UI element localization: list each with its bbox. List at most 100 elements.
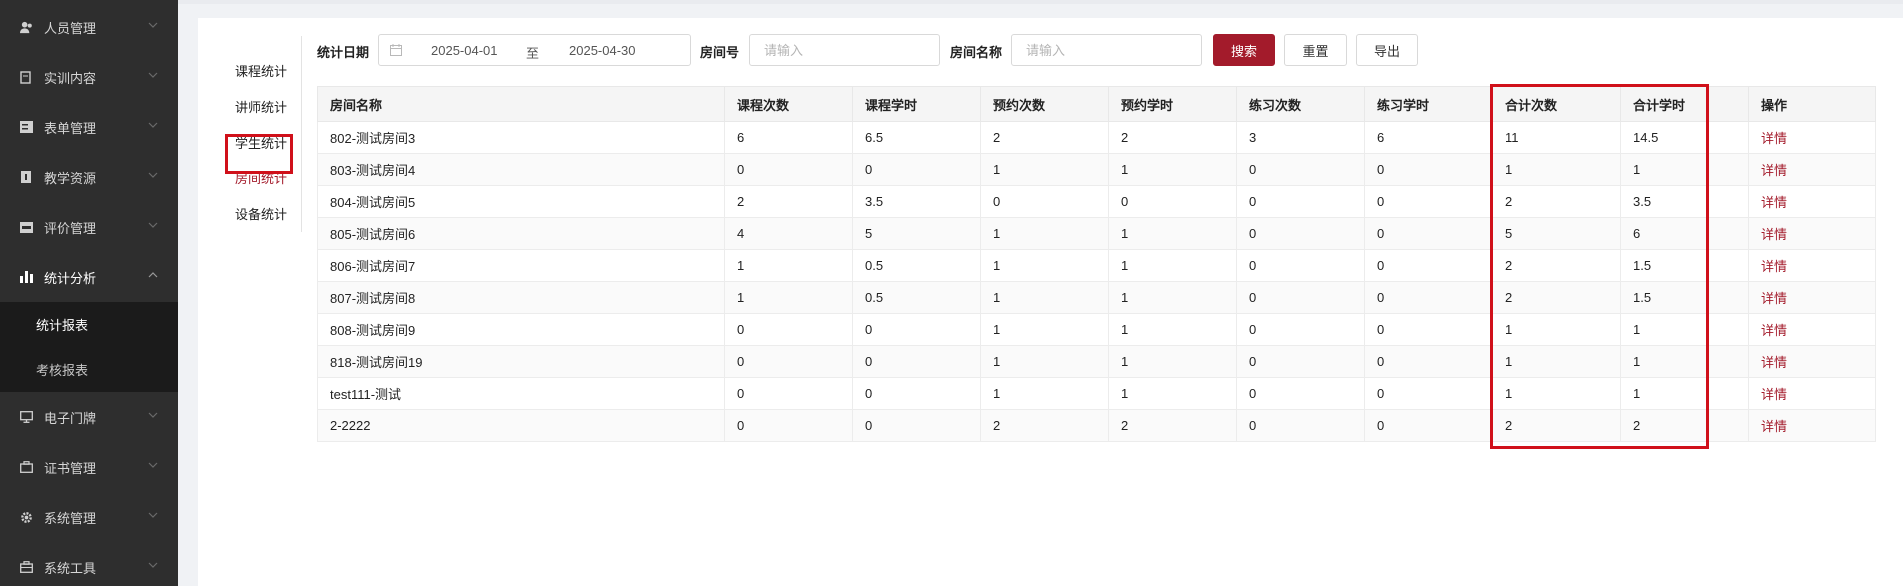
details-link[interactable]: 详情 <box>1748 121 1876 154</box>
chevron-up-icon <box>148 272 158 278</box>
stat-type-nav: 课程统计 讲师统计 学生统计 房间统计 设备统计 <box>198 36 302 232</box>
cell-total-hours: 6 <box>1620 217 1749 250</box>
cell-total-hours: 14.5 <box>1620 121 1749 154</box>
chevron-down-icon <box>148 72 158 78</box>
subnav-course-stats[interactable]: 课程统计 <box>235 61 287 80</box>
date-range-picker[interactable]: 2025-04-01 至 2025-04-30 <box>378 34 691 66</box>
cell-practice-count: 0 <box>1236 217 1365 250</box>
room-name-input[interactable] <box>1011 34 1202 66</box>
export-button[interactable]: 导出 <box>1356 34 1418 66</box>
sidebar-item-label: 电子门牌 <box>44 410 97 426</box>
chevron-down-icon <box>148 412 158 418</box>
cell-total-count: 2 <box>1492 409 1621 442</box>
sidebar-subitem-stat-report[interactable]: 统计报表 <box>0 302 178 347</box>
cell-booking-hours: 1 <box>1108 217 1237 250</box>
toolbox-icon <box>18 559 34 575</box>
chevron-down-icon <box>148 562 158 568</box>
top-strip <box>178 0 1903 4</box>
col-course-hours: 课程学时 <box>852 86 981 122</box>
sidebar-item-statistics[interactable]: 统计分析 <box>0 252 178 302</box>
cell-total-hours: 1 <box>1620 345 1749 378</box>
cell-room-name: 818-测试房间19 <box>317 345 725 378</box>
reset-button[interactable]: 重置 <box>1284 34 1347 66</box>
details-link[interactable]: 详情 <box>1748 185 1876 218</box>
cell-room-name: 802-测试房间3 <box>317 121 725 154</box>
sidebar-item-label: 实训内容 <box>44 70 97 86</box>
col-room-name: 房间名称 <box>317 86 725 122</box>
col-practice-count: 练习次数 <box>1236 86 1365 122</box>
sidebar-item-system-tools[interactable]: 系统工具 <box>0 542 178 586</box>
sidebar-subitem-exam-report[interactable]: 考核报表 <box>0 347 178 392</box>
room-stats-table: 房间名称 课程次数 课程学时 预约次数 预约学时 练习次数 练习学时 合计次数 … <box>317 86 1876 442</box>
sidebar-item-personnel[interactable]: 人员管理 <box>0 2 178 52</box>
col-booking-count: 预约次数 <box>980 86 1109 122</box>
cell-booking-hours: 1 <box>1108 313 1237 346</box>
subnav-student-stats[interactable]: 学生统计 <box>235 133 287 152</box>
cell-room-name: 2-2222 <box>317 409 725 442</box>
date-start[interactable]: 2025-04-01 <box>431 43 498 58</box>
cell-booking-count: 1 <box>980 377 1109 410</box>
sidebar-item-label: 教学资源 <box>44 170 97 186</box>
sidebar-item-label: 统计分析 <box>44 270 97 286</box>
cell-total-count: 2 <box>1492 249 1621 282</box>
cell-practice-hours: 0 <box>1364 249 1493 282</box>
monitor-icon <box>18 409 34 425</box>
col-total-count: 合计次数 <box>1492 86 1621 122</box>
cell-course-hours: 0 <box>852 153 981 186</box>
chevron-down-icon <box>148 222 158 228</box>
cell-total-count: 11 <box>1492 121 1621 154</box>
chevron-down-icon <box>148 512 158 518</box>
details-link[interactable]: 详情 <box>1748 249 1876 282</box>
sidebar-item-e-doorplate[interactable]: 电子门牌 <box>0 392 178 442</box>
cell-practice-count: 0 <box>1236 185 1365 218</box>
search-button[interactable]: 搜索 <box>1213 34 1275 66</box>
details-link[interactable]: 详情 <box>1748 153 1876 186</box>
details-link[interactable]: 详情 <box>1748 313 1876 346</box>
cell-total-count: 1 <box>1492 313 1621 346</box>
sidebar-submenu-statistics: 统计报表 考核报表 <box>0 302 178 392</box>
cell-course-count: 2 <box>724 185 853 218</box>
cell-booking-hours: 2 <box>1108 409 1237 442</box>
subnav-device-stats[interactable]: 设备统计 <box>235 204 287 223</box>
details-link[interactable]: 详情 <box>1748 345 1876 378</box>
details-link[interactable]: 详情 <box>1748 217 1876 250</box>
details-link[interactable]: 详情 <box>1748 377 1876 410</box>
sidebar-item-system-admin[interactable]: 系统管理 <box>0 492 178 542</box>
table-header: 房间名称 课程次数 课程学时 预约次数 预约学时 练习次数 练习学时 合计次数 … <box>317 86 1876 122</box>
cell-practice-hours: 0 <box>1364 345 1493 378</box>
sidebar-item-certificates[interactable]: 证书管理 <box>0 442 178 492</box>
cell-practice-hours: 0 <box>1364 409 1493 442</box>
room-no-input[interactable] <box>749 34 940 66</box>
cell-course-hours: 0 <box>852 345 981 378</box>
details-link[interactable]: 详情 <box>1748 281 1876 314</box>
cell-practice-count: 0 <box>1236 409 1365 442</box>
cell-total-hours: 3.5 <box>1620 185 1749 218</box>
main-panel: 课程统计 讲师统计 学生统计 房间统计 设备统计 统计日期 2025-04-01… <box>198 18 1903 586</box>
cell-practice-count: 0 <box>1236 345 1365 378</box>
sidebar-item-label: 人员管理 <box>44 20 97 36</box>
resource-icon <box>18 169 34 185</box>
chevron-down-icon <box>148 122 158 128</box>
sidebar-item-training[interactable]: 实训内容 <box>0 52 178 102</box>
col-total-hours: 合计学时 <box>1620 86 1749 122</box>
col-booking-hours: 预约学时 <box>1108 86 1237 122</box>
sidebar-item-evaluation[interactable]: 评价管理 <box>0 202 178 252</box>
cell-course-hours: 6.5 <box>852 121 981 154</box>
col-course-count: 课程次数 <box>724 86 853 122</box>
sidebar-item-resources[interactable]: 教学资源 <box>0 152 178 202</box>
cell-total-hours: 1 <box>1620 153 1749 186</box>
sidebar-item-forms[interactable]: 表单管理 <box>0 102 178 152</box>
details-link[interactable]: 详情 <box>1748 409 1876 442</box>
sidebar: 人员管理 实训内容 表单管理 教学资源 评价管理 统计分析 统计报表 考核报表 … <box>0 0 178 586</box>
cell-total-hours: 1 <box>1620 377 1749 410</box>
cell-course-hours: 0 <box>852 377 981 410</box>
cell-practice-hours: 0 <box>1364 377 1493 410</box>
cell-course-hours: 3.5 <box>852 185 981 218</box>
subnav-room-stats[interactable]: 房间统计 <box>235 168 287 187</box>
cell-booking-count: 0 <box>980 185 1109 218</box>
subnav-lecturer-stats[interactable]: 讲师统计 <box>235 97 287 116</box>
date-end[interactable]: 2025-04-30 <box>569 43 636 58</box>
sidebar-item-label: 评价管理 <box>44 220 97 236</box>
cell-practice-hours: 0 <box>1364 217 1493 250</box>
rating-icon <box>18 219 34 235</box>
